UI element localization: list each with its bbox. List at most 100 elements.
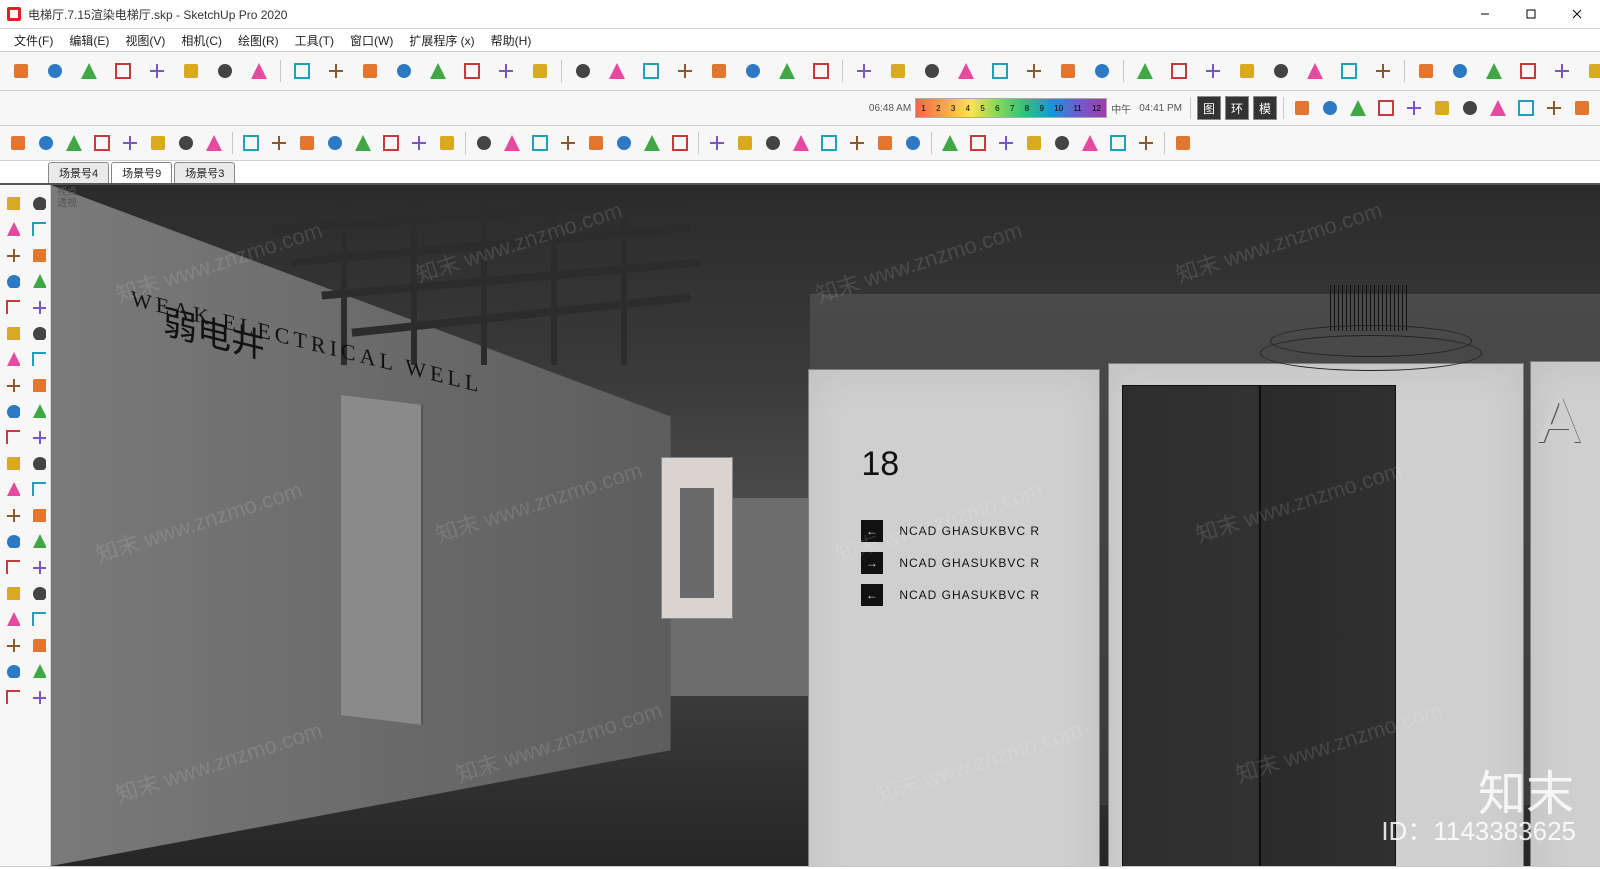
tape-icon[interactable] <box>1086 56 1118 86</box>
cube-outline-icon[interactable] <box>524 56 556 86</box>
light-i-icon[interactable] <box>1133 130 1159 156</box>
hand-icon[interactable] <box>499 130 525 156</box>
menu-item-3[interactable]: 相机(C) <box>173 29 230 51</box>
redo-icon[interactable] <box>639 130 665 156</box>
fit-icon[interactable] <box>583 130 609 156</box>
zoom-icon[interactable] <box>527 130 553 156</box>
group-icon[interactable] <box>388 56 420 86</box>
extrude-icon[interactable] <box>26 424 50 448</box>
gear-icon[interactable] <box>286 56 318 86</box>
rectangle-icon[interactable] <box>0 242 24 266</box>
light-a-icon[interactable] <box>900 130 926 156</box>
refresh-icon[interactable] <box>266 130 292 156</box>
section-cut-icon[interactable] <box>805 56 837 86</box>
light-d-icon[interactable] <box>993 130 1019 156</box>
cube-iso-icon[interactable] <box>703 56 735 86</box>
follow-icon[interactable] <box>26 346 50 370</box>
pencil-red-icon[interactable] <box>61 130 87 156</box>
text-label-icon[interactable] <box>378 130 404 156</box>
move-red-icon[interactable] <box>0 346 24 370</box>
protractor-icon[interactable] <box>0 502 24 526</box>
sun-outline-icon[interactable] <box>1317 95 1343 121</box>
next-view-icon[interactable] <box>26 606 50 630</box>
zoom-window-icon[interactable] <box>26 554 50 578</box>
section-display-icon[interactable] <box>26 658 50 682</box>
export-image-icon[interactable] <box>73 56 105 86</box>
hand-small-icon[interactable] <box>26 372 50 396</box>
menu-item-2[interactable]: 视图(V) <box>117 29 173 51</box>
explode-icon[interactable] <box>490 56 522 86</box>
dome-icon[interactable] <box>1541 95 1567 121</box>
diamond-red-icon[interactable] <box>173 130 199 156</box>
red-sphere-icon[interactable] <box>0 684 24 708</box>
swap-horiz-icon[interactable] <box>916 56 948 86</box>
menu-item-5[interactable]: 工具(T) <box>287 29 342 51</box>
style-text-button-0[interactable]: 图 <box>1197 96 1221 120</box>
wand-icon[interactable] <box>26 502 50 526</box>
eraser-small-icon[interactable] <box>26 190 50 214</box>
window-minimize-button[interactable] <box>1462 0 1508 28</box>
sync-icon[interactable] <box>39 56 71 86</box>
position-icon[interactable] <box>26 632 50 656</box>
vray-sphere-icon[interactable] <box>1410 56 1442 86</box>
tape-measure-icon[interactable] <box>0 450 24 474</box>
cursor-icon[interactable] <box>0 190 24 214</box>
circle-icon[interactable] <box>0 268 24 292</box>
cube-ghost-icon[interactable] <box>601 56 633 86</box>
freehand-icon[interactable] <box>950 56 982 86</box>
arc-icon[interactable] <box>89 130 115 156</box>
pushpull-icon[interactable] <box>145 130 171 156</box>
dimension-icon[interactable] <box>350 130 376 156</box>
ies-icon[interactable] <box>1569 95 1595 121</box>
teapot-fill-icon[interactable] <box>1512 56 1544 86</box>
enscape-icon[interactable] <box>5 56 37 86</box>
cube-wire-icon[interactable] <box>635 56 667 86</box>
teapot-icon[interactable] <box>1478 56 1510 86</box>
polygon-icon[interactable] <box>26 268 50 292</box>
shadow-icon[interactable] <box>1129 56 1161 86</box>
sector-icon[interactable] <box>26 320 50 344</box>
orbit-small-icon[interactable] <box>0 528 24 552</box>
layer-e-icon[interactable] <box>872 130 898 156</box>
curve-icon[interactable] <box>984 56 1016 86</box>
scale-icon[interactable] <box>0 398 24 422</box>
offset-icon[interactable] <box>26 398 50 422</box>
hemi-icon[interactable] <box>1429 95 1455 121</box>
orbit-icon[interactable] <box>555 130 581 156</box>
look-icon[interactable] <box>26 580 50 604</box>
scene-tab-0[interactable]: 场景号4 <box>48 162 109 183</box>
mail-icon[interactable] <box>320 56 352 86</box>
plugin-b-icon[interactable] <box>471 130 497 156</box>
light-j-icon[interactable] <box>1170 130 1196 156</box>
light-g-icon[interactable] <box>1077 130 1103 156</box>
shadow-time-gradient[interactable]: 123456789101112 <box>915 98 1107 118</box>
shape-icon[interactable] <box>117 130 143 156</box>
section-icon[interactable] <box>737 56 769 86</box>
pan-icon[interactable] <box>26 528 50 552</box>
book-red-icon[interactable] <box>667 130 693 156</box>
menu-item-0[interactable]: 文件(F) <box>6 29 61 51</box>
rect-light-icon[interactable] <box>1485 95 1511 121</box>
rect-rot-icon[interactable] <box>26 242 50 266</box>
layer-a-icon[interactable] <box>760 130 786 156</box>
rotate-red-icon[interactable] <box>0 372 24 396</box>
style-text-button-1[interactable]: 环 <box>1225 96 1249 120</box>
avatar-icon[interactable] <box>704 130 730 156</box>
menu-item-1[interactable]: 编辑(E) <box>61 29 117 51</box>
palette-icon[interactable] <box>1444 56 1476 86</box>
arc-down-icon[interactable] <box>882 56 914 86</box>
teapot-wire-icon[interactable] <box>1546 56 1578 86</box>
reveal-icon[interactable] <box>1231 56 1263 86</box>
freehand-small-icon[interactable] <box>26 216 50 240</box>
doc-icon[interactable] <box>732 130 758 156</box>
red-cube-icon[interactable] <box>26 684 50 708</box>
pencil-icon[interactable] <box>0 216 24 240</box>
cube-b-icon[interactable] <box>1299 56 1331 86</box>
pushpull-small-icon[interactable] <box>0 424 24 448</box>
sun-orange-icon[interactable] <box>1289 95 1315 121</box>
section-small-icon[interactable] <box>0 658 24 682</box>
clipboard-icon[interactable] <box>1163 56 1195 86</box>
light-c-icon[interactable] <box>965 130 991 156</box>
arc2-icon[interactable] <box>0 294 24 318</box>
folder-open-icon[interactable] <box>1580 56 1600 86</box>
